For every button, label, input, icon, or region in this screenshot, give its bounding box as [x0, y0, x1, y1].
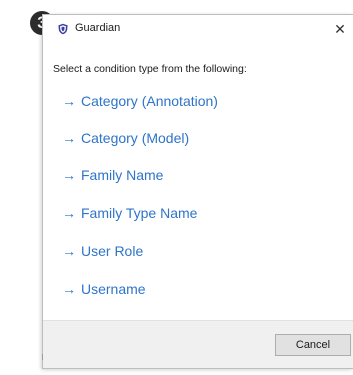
option-category-annotation[interactable]: → Category (Annotation)	[62, 93, 218, 109]
screenshot-stage: 3 Guardian ✕ Select a condition type fro…	[0, 0, 353, 375]
option-label: Family Type Name	[81, 205, 198, 221]
option-family-type-name[interactable]: → Family Type Name	[62, 205, 197, 221]
shield-icon	[58, 23, 68, 35]
close-icon[interactable]: ✕	[331, 19, 349, 39]
option-label: Category (Model)	[81, 130, 190, 146]
guardian-dialog: Guardian ✕ Select a condition type from …	[42, 14, 353, 369]
right-arrow-icon: →	[62, 93, 76, 109]
right-arrow-icon: →	[62, 281, 76, 297]
right-arrow-icon: →	[62, 167, 76, 183]
option-label: Family Name	[81, 167, 164, 183]
dialog-footer: Cancel	[43, 320, 353, 368]
option-label: Category (Annotation)	[81, 93, 218, 109]
right-arrow-icon: →	[62, 130, 76, 146]
right-arrow-icon: →	[62, 243, 76, 259]
instruction-text: Select a condition type from the followi…	[53, 63, 247, 75]
option-label: User Role	[81, 243, 144, 259]
right-arrow-icon: →	[62, 205, 76, 221]
option-username[interactable]: → Username	[62, 281, 146, 297]
cancel-button[interactable]: Cancel	[275, 334, 351, 356]
option-category-model[interactable]: → Category (Model)	[62, 130, 189, 146]
divider	[42, 354, 43, 360]
dialog-title: Guardian	[75, 22, 121, 34]
option-label: Username	[81, 281, 146, 297]
dialog-titlebar[interactable]: Guardian ✕	[43, 15, 353, 44]
option-family-name[interactable]: → Family Name	[62, 167, 163, 183]
option-user-role[interactable]: → User Role	[62, 243, 143, 259]
